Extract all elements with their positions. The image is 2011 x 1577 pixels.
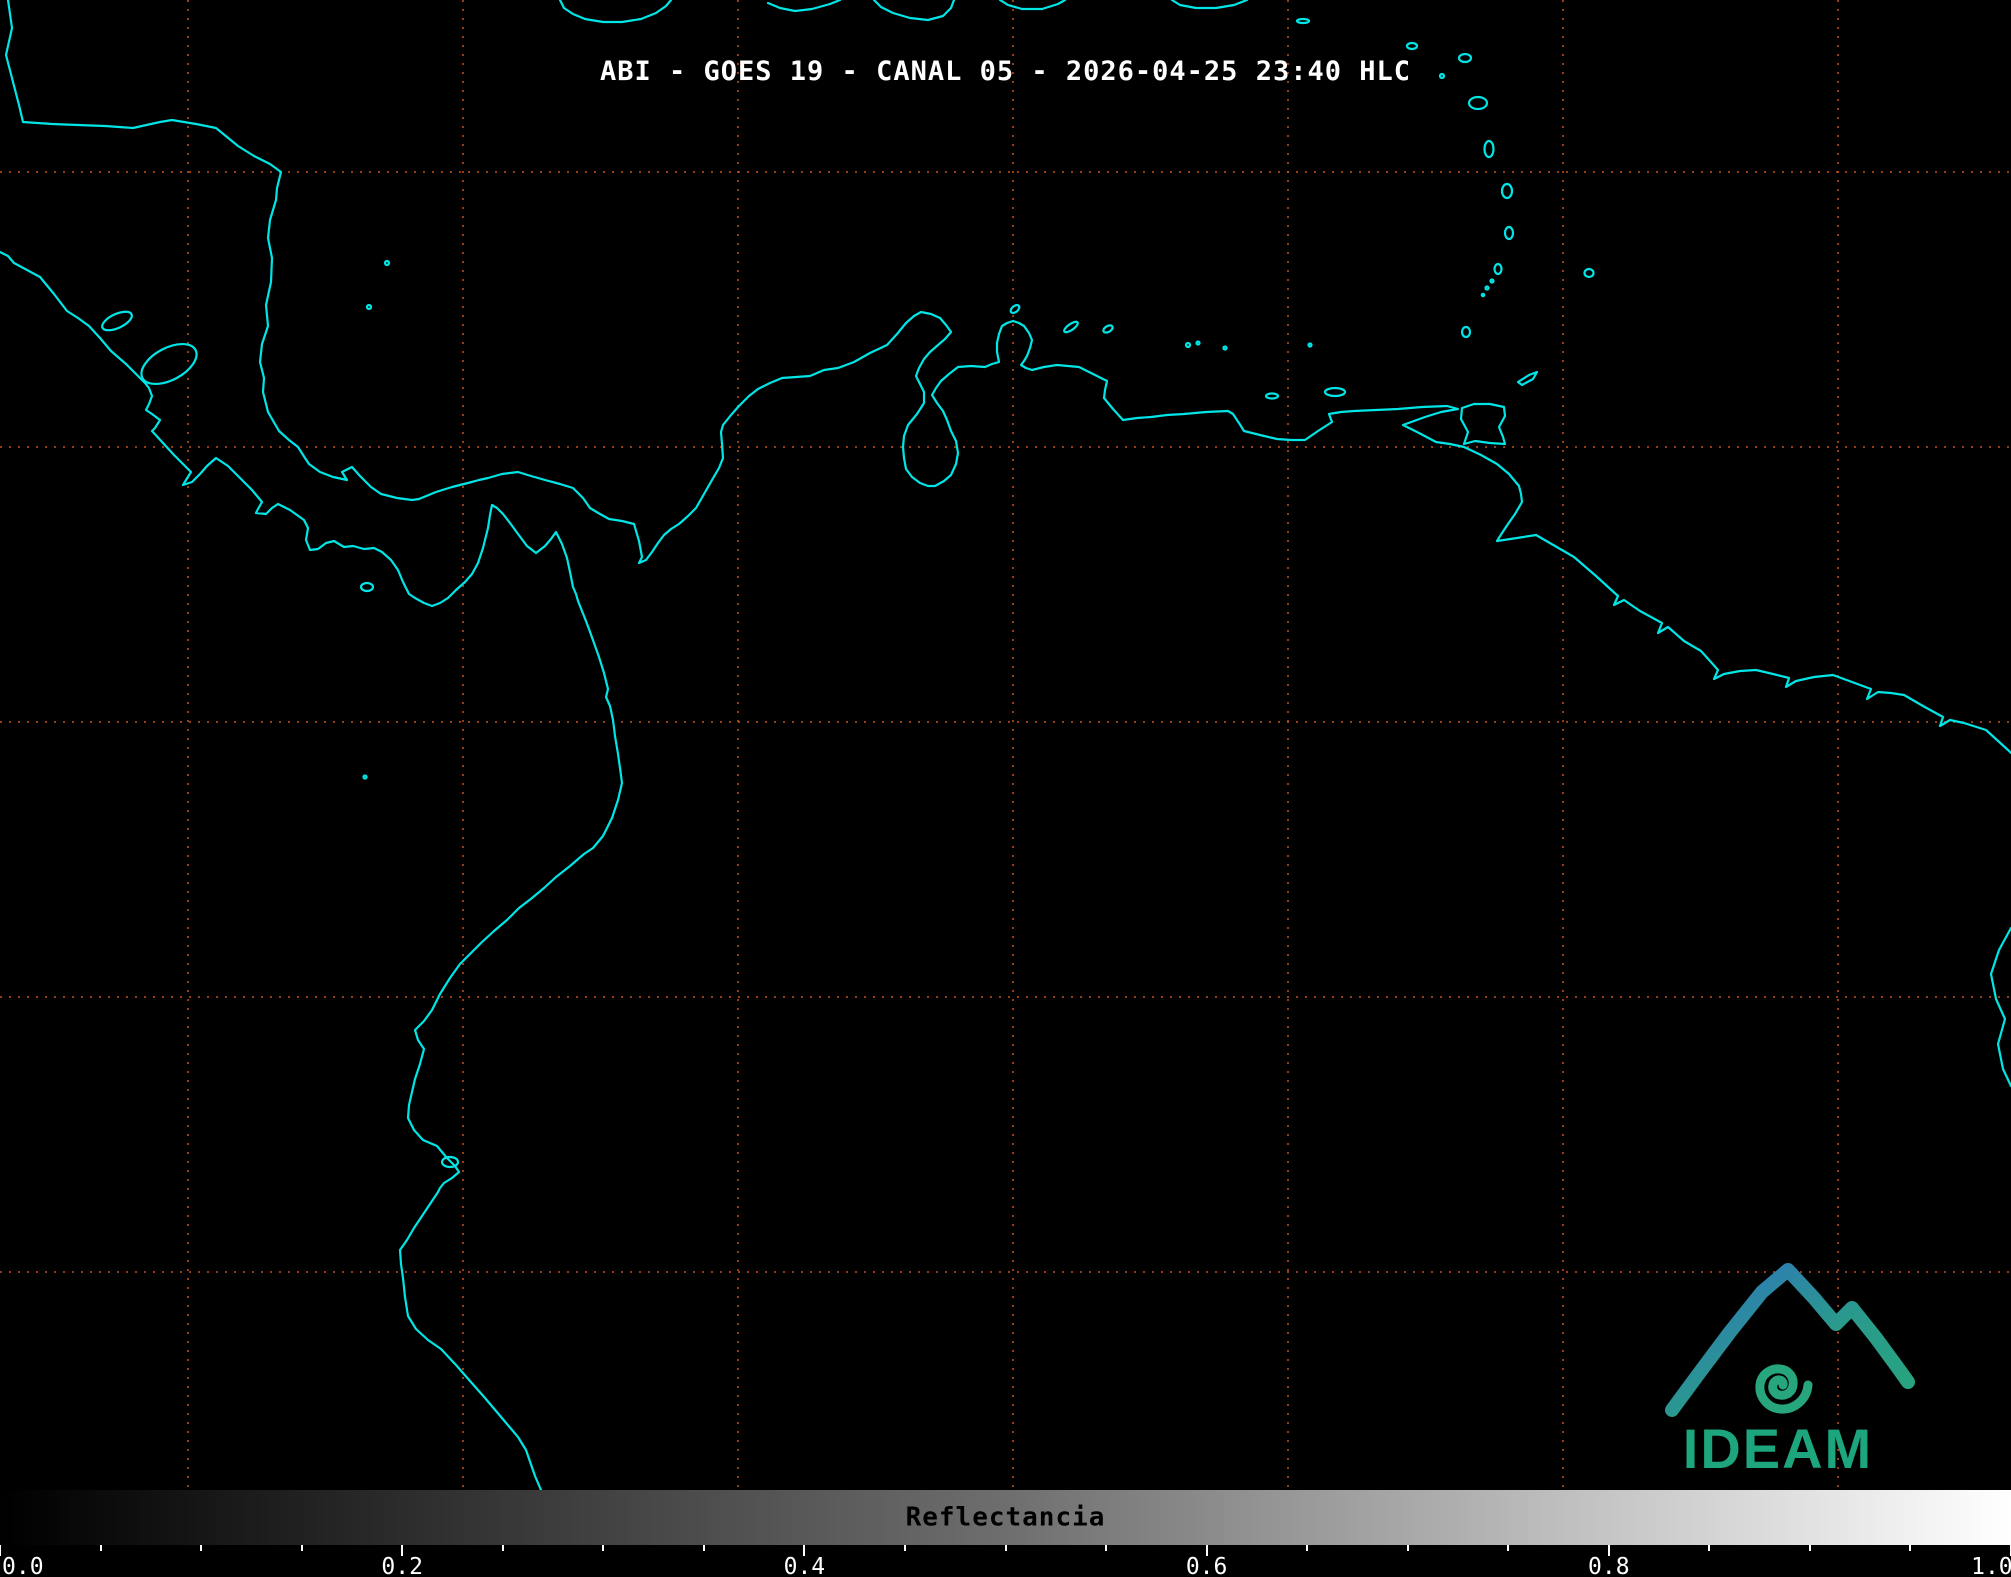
colorbar-tick-label: 0.8 <box>1588 1554 1630 1577</box>
island-stcroix <box>1297 19 1309 23</box>
colorbar-label: Reflectancia <box>906 1502 1106 1532</box>
island-martinique <box>1502 184 1512 198</box>
island-guadeloupe <box>1469 97 1487 109</box>
coastline-tobago <box>1518 372 1537 385</box>
satellite-map <box>0 0 2011 1490</box>
colorbar-minor-tick <box>1708 1545 1710 1551</box>
island-providencia <box>385 261 389 265</box>
colorbar-minor-tick <box>1909 1545 1911 1551</box>
colorbar-minor-tick <box>502 1545 504 1551</box>
colorbar-major-tick <box>1608 1545 1610 1556</box>
ideam-logo-text: IDEAM <box>1662 1416 1894 1481</box>
coastline-jamaica-fragment <box>560 0 671 22</box>
colorbar-minor-tick <box>703 1545 705 1551</box>
colorbar-minor-tick <box>200 1545 202 1551</box>
island-losroques <box>1197 342 1200 345</box>
colorbar-gradient: Reflectancia <box>0 1490 2011 1545</box>
island-orchila <box>1224 347 1227 350</box>
island-stlucia <box>1505 227 1513 239</box>
island-barbados <box>1585 269 1594 277</box>
coastline-amapa-fragment <box>1991 928 2011 1086</box>
island-stkitts <box>1407 43 1417 49</box>
island-dominica <box>1485 141 1494 157</box>
island-curacao <box>1063 320 1080 334</box>
coastline-trinidad <box>1461 404 1505 444</box>
island-grenadines <box>1491 280 1494 283</box>
hurricane-spiral-icon <box>1760 1369 1808 1409</box>
island-coiba <box>361 583 373 591</box>
island-aruba <box>1009 303 1021 314</box>
ideam-emblem <box>1672 1270 1908 1410</box>
colorbar-minor-tick <box>100 1545 102 1551</box>
island-grenadines <box>1482 294 1484 296</box>
coastline-caribbean-mainland <box>6 0 2011 753</box>
coastlines <box>0 0 2011 1490</box>
colorbar-major-tick <box>401 1545 403 1556</box>
colorbar-minor-tick <box>1809 1545 1811 1551</box>
colorbar-major-tick <box>0 1545 1 1556</box>
colorbar-minor-tick <box>602 1545 604 1551</box>
island-malpelo <box>364 776 367 779</box>
satellite-image-viewport: ABI - GOES 19 - CANAL 05 - 2026-04-25 23… <box>0 0 2011 1577</box>
island-grenadines <box>1486 287 1489 290</box>
colorbar-minor-tick <box>1507 1545 1509 1551</box>
colorbar-minor-tick <box>904 1545 906 1551</box>
image-title: ABI - GOES 19 - CANAL 05 - 2026-04-25 23… <box>0 56 2011 87</box>
coastline-hispaniola-fragment <box>1000 0 1065 9</box>
colorbar-minor-tick <box>1005 1545 1007 1551</box>
island-tortuga <box>1266 394 1278 399</box>
colorbar-minor-tick <box>1407 1545 1409 1551</box>
island-grenada <box>1462 327 1470 337</box>
colorbar-minor-tick <box>301 1545 303 1551</box>
colorbar: Reflectancia 0.0 0.2 0.4 0.6 0.8 1.0 <box>0 1490 2011 1577</box>
coastline-hispaniola-fragment <box>874 0 954 20</box>
colorbar-tick-label: 0.4 <box>784 1554 826 1577</box>
graticule-grid <box>0 0 2011 1490</box>
colorbar-major-tick <box>1206 1545 1208 1556</box>
colorbar-major-tick <box>803 1545 805 1556</box>
island-losroques <box>1186 343 1190 347</box>
island-margarita <box>1325 388 1345 396</box>
island-blanquilla <box>1309 344 1312 347</box>
colorbar-axis: 0.0 0.2 0.4 0.6 0.8 1.0 <box>0 1545 2011 1577</box>
colorbar-tick-label: 0.6 <box>1186 1554 1228 1577</box>
coastline-pacific-mainland <box>0 252 622 1490</box>
colorbar-tick-label: 0.2 <box>381 1554 423 1577</box>
colorbar-tick-label: 1.0 <box>1971 1554 2011 1577</box>
island-bonaire <box>1102 324 1114 334</box>
colorbar-minor-tick <box>1105 1545 1107 1551</box>
colorbar-minor-tick <box>1306 1545 1308 1551</box>
colorbar-tick-label: 0.0 <box>2 1554 44 1577</box>
coastline-hispaniola-fragment <box>768 0 840 11</box>
lake-managua <box>100 308 135 334</box>
island-sanandres <box>367 305 371 309</box>
island-stvincent <box>1495 264 1502 274</box>
coastline-puertorico-fragment <box>1172 0 1247 8</box>
